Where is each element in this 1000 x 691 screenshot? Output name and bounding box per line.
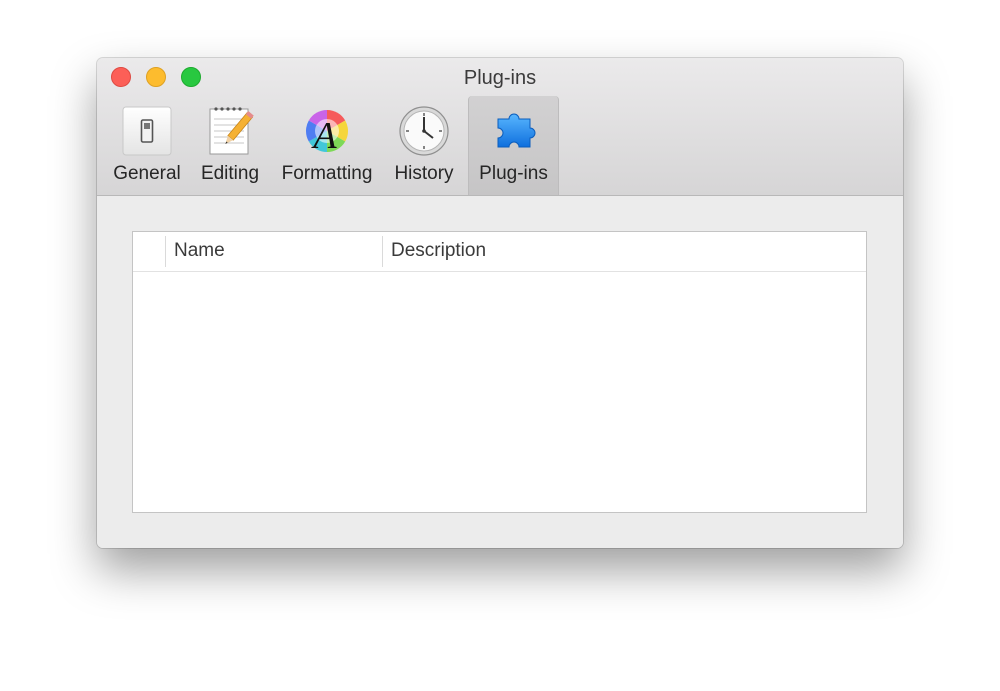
titlebar[interactable]: Plug-ins General Editing A Formatting Hi… — [97, 58, 903, 196]
column-divider[interactable] — [382, 236, 383, 267]
preferences-window: Plug-ins General Editing A Formatting Hi… — [97, 58, 903, 548]
window-title: Plug-ins — [463, 67, 537, 89]
tab-formatting-label: Formatting — [281, 163, 373, 184]
tab-history-label: History — [394, 163, 454, 184]
svg-text:A: A — [310, 115, 337, 157]
plug-ins-table[interactable]: Name Description — [132, 231, 867, 513]
preferences-toolbar: General Editing A Formatting History Plu… — [97, 96, 903, 195]
table-header: Name Description — [133, 232, 866, 272]
tab-editing-label: Editing — [200, 163, 260, 184]
puzzle-piece-icon — [497, 113, 535, 148]
tab-plug-ins-label: Plug-ins — [479, 163, 548, 184]
switch-icon — [122, 106, 172, 156]
color-wheel-a-icon: A — [305, 109, 349, 157]
table-body[interactable] — [133, 272, 866, 512]
column-header-description[interactable]: Description — [391, 232, 486, 271]
tab-history[interactable]: History — [386, 96, 462, 195]
tab-plug-ins[interactable]: Plug-ins — [468, 96, 559, 195]
column-header-name[interactable]: Name — [174, 232, 225, 271]
tab-general-label: General — [113, 163, 181, 184]
notepad-pencil-icon — [209, 107, 254, 155]
tab-general[interactable]: General — [109, 96, 185, 195]
plug-ins-pane: Name Description — [97, 196, 903, 548]
clock-icon — [399, 106, 449, 156]
tab-editing[interactable]: Editing — [192, 96, 268, 195]
column-divider[interactable] — [165, 236, 166, 267]
tab-formatting[interactable]: A Formatting — [275, 96, 379, 195]
